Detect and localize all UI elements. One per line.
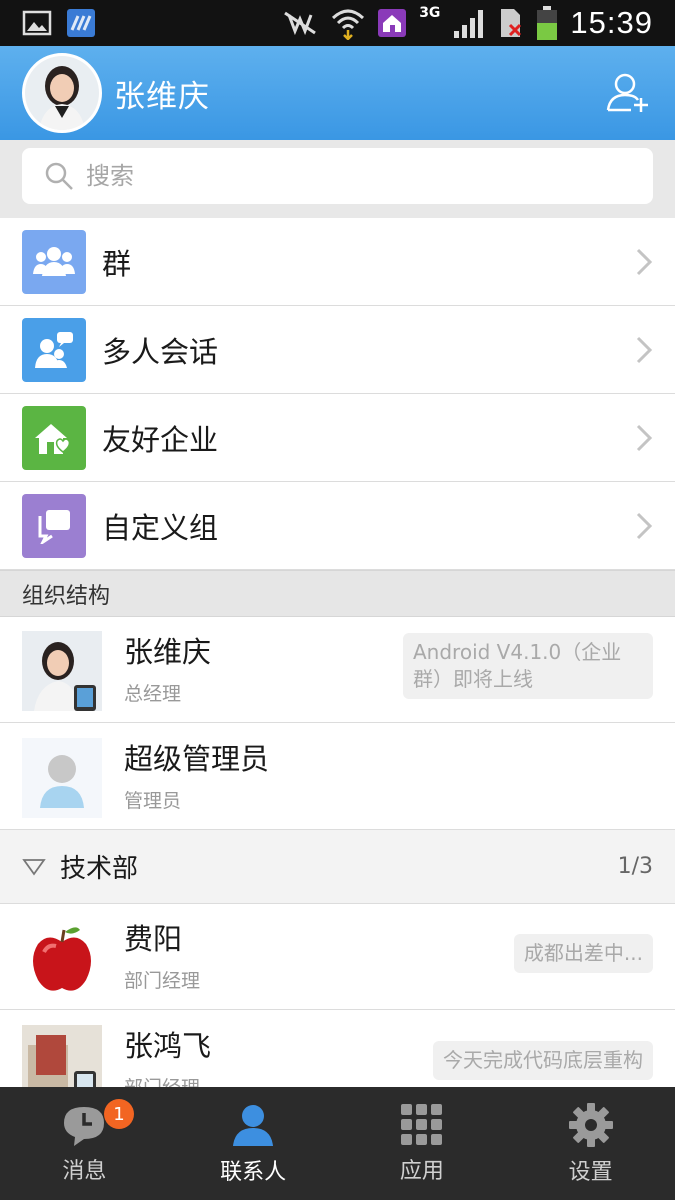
search-icon — [45, 162, 73, 190]
tab-contacts-label: 联系人 — [220, 1159, 287, 1185]
no-sim-icon — [501, 9, 522, 37]
contact-row[interactable]: 超级管理员 管理员 — [0, 724, 675, 830]
app-header: 张维庆 — [0, 46, 675, 140]
apps-grid-icon — [400, 1103, 442, 1145]
user-avatar[interactable] — [22, 53, 102, 133]
contact-name: 张维庆 — [124, 635, 212, 669]
default-avatar-icon — [22, 738, 102, 818]
bottom-tab-bar: 消息 1 联系人 应用 设置 — [0, 1087, 675, 1200]
contact-role: 部门经理 — [124, 970, 201, 992]
chevron-right-icon — [636, 336, 653, 363]
search-input[interactable] — [86, 162, 606, 190]
entry-friendly-company-label: 友好企业 — [102, 422, 219, 457]
entry-groups[interactable]: 群 — [0, 218, 675, 306]
battery-icon — [537, 6, 558, 40]
contact-row[interactable]: 费阳 部门经理 成都出差中... — [0, 904, 675, 1010]
search-area — [0, 140, 675, 218]
tab-settings[interactable]: 设置 — [506, 1087, 675, 1200]
section-header-org: 组织结构 — [0, 570, 675, 617]
contact-avatar — [22, 631, 102, 711]
contact-status-bubble: Android V4.1.0（企业群）即将上线 — [403, 633, 653, 699]
contact-name: 费阳 — [124, 922, 183, 956]
gallery-notification-icon — [22, 10, 52, 36]
tab-messages-label: 消息 — [62, 1158, 107, 1184]
search-box[interactable] — [22, 148, 653, 204]
app-notification-icon — [67, 9, 95, 37]
contact-status-bubble: 成都出差中... — [513, 934, 653, 973]
triangle-down-icon — [22, 858, 46, 876]
entry-list: 群 多人会话 友好企业 自定义组 — [0, 218, 675, 570]
gear-icon — [568, 1102, 613, 1147]
tab-messages[interactable]: 消息 1 — [0, 1087, 169, 1200]
department-header[interactable]: 技术部 1/3 — [0, 830, 675, 904]
entry-groups-label: 群 — [102, 246, 132, 281]
chevron-right-icon — [636, 424, 653, 451]
department-name: 技术部 — [60, 854, 139, 884]
mute-icon — [284, 11, 317, 36]
entry-custom-group-label: 自定义组 — [102, 510, 219, 545]
multi-chat-icon — [22, 317, 86, 382]
contacts-screen: 3G 15:39 张维庆 搜索 群 多人会话 友好企业 自定义组 组织结构 张维… — [0, 0, 675, 1200]
signal-icon — [454, 10, 484, 38]
status-bar: 3G 15:39 — [0, 0, 675, 46]
department-count: 1/3 — [617, 854, 653, 879]
entry-multi-chat[interactable]: 多人会话 — [0, 306, 675, 394]
tab-settings-label: 设置 — [568, 1159, 613, 1185]
contact-name: 超级管理员 — [124, 742, 270, 776]
entry-friendly-company[interactable]: 友好企业 — [0, 394, 675, 482]
tab-apps-label: 应用 — [399, 1158, 444, 1184]
contact-name: 张鸿飞 — [124, 1029, 212, 1063]
contact-role: 管理员 — [124, 790, 182, 812]
chevron-right-icon — [636, 512, 653, 539]
network-type-label: 3G — [419, 5, 441, 21]
custom-group-icon — [22, 493, 86, 558]
header-user-name: 张维庆 — [114, 78, 210, 115]
friendly-company-icon — [22, 405, 86, 470]
group-icon — [22, 229, 86, 294]
section-title: 组织结构 — [22, 583, 111, 609]
contact-role: 总经理 — [124, 683, 182, 705]
clock-chat-icon — [64, 1106, 105, 1146]
home-app-icon — [378, 9, 407, 37]
contacts-person-icon — [233, 1104, 274, 1146]
unread-badge: 1 — [104, 1099, 134, 1129]
tab-apps[interactable]: 应用 — [338, 1087, 507, 1200]
tab-contacts[interactable]: 联系人 — [169, 1087, 338, 1200]
add-contact-icon[interactable] — [605, 70, 651, 116]
contact-status-bubble: 今天完成代码底层重构 — [433, 1041, 653, 1080]
entry-multi-chat-label: 多人会话 — [102, 334, 219, 369]
contact-row[interactable]: 张维庆 总经理 Android V4.1.0（企业群）即将上线 — [0, 617, 675, 723]
wifi-icon — [332, 9, 365, 40]
chevron-right-icon — [636, 248, 653, 275]
entry-custom-group[interactable]: 自定义组 — [0, 482, 675, 570]
clock: 15:39 — [570, 5, 653, 40]
apple-avatar — [22, 918, 102, 998]
